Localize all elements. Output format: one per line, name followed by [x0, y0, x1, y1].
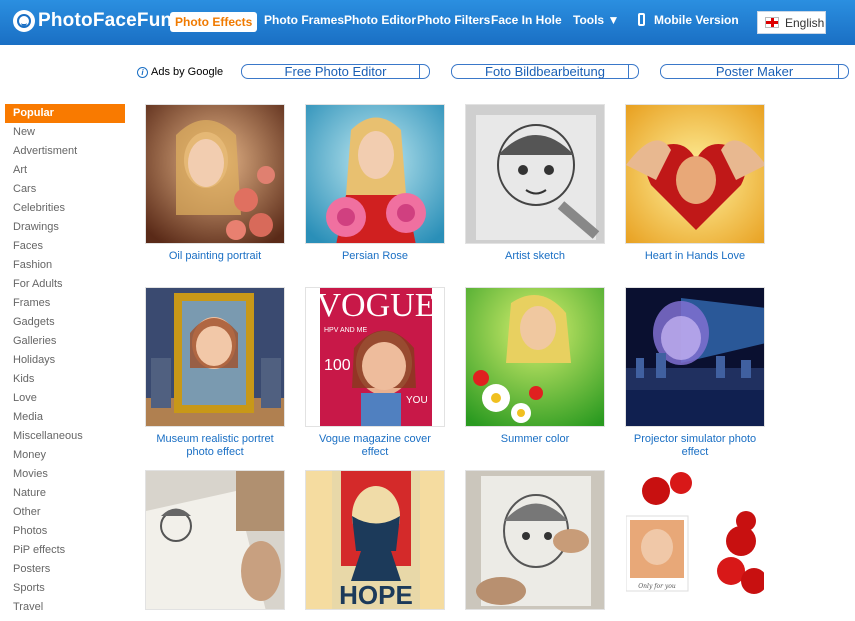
effect-thumbnail[interactable]	[465, 470, 605, 610]
hope-text: HOPE	[339, 580, 413, 610]
vogue-number: 100	[324, 357, 351, 374]
england-flag-icon	[765, 17, 779, 28]
effect-thumbnail[interactable]	[465, 287, 605, 427]
nav-photo-editor[interactable]: Photo Editor	[344, 13, 416, 27]
language-selector[interactable]: English	[757, 11, 826, 34]
sidebar-item-celebrities[interactable]: Celebrities	[5, 199, 125, 218]
sidebar-item-other[interactable]: Other	[5, 503, 125, 522]
sidebar-item-art[interactable]: Art	[5, 161, 125, 180]
effect-card-hope-poster[interactable]: HOPE	[305, 470, 445, 616]
effect-card-heart-in-hands[interactable]: Heart in Hands Love	[625, 104, 765, 263]
ad-link-foto-bildbearbeitung[interactable]: Foto Bildbearbeitung	[451, 64, 639, 79]
sidebar-item-miscellaneous[interactable]: Miscellaneous	[5, 427, 125, 446]
effect-caption[interactable]: Persian Rose	[305, 250, 445, 263]
sidebar-item-gadgets[interactable]: Gadgets	[5, 313, 125, 332]
effect-card-roses-photo[interactable]: Only for you	[625, 470, 765, 616]
ads-by-google[interactable]: i Ads by Google	[137, 66, 223, 78]
top-header: PhotoFaceFun Photo Effects Photo Frames …	[0, 0, 855, 45]
effect-thumbnail[interactable]	[145, 287, 285, 427]
sidebar-item-cars[interactable]: Cars	[5, 180, 125, 199]
sidebar-item-travel[interactable]: Travel	[5, 598, 125, 617]
vogue-title: VOGUE	[317, 288, 436, 324]
ad-arrow-icon	[628, 65, 638, 78]
sidebar-item-photos[interactable]: Photos	[5, 522, 125, 541]
effect-card-vogue-cover[interactable]: VOGUE HPV AND ME 100 YOU Vogue magazine …	[305, 287, 445, 459]
sidebar-item-media[interactable]: Media	[5, 408, 125, 427]
language-label: English	[785, 15, 825, 30]
logo-text: PhotoFaceFun	[38, 10, 173, 31]
ad-arrow-icon	[838, 65, 848, 78]
vogue-side-text: YOU	[406, 395, 428, 406]
nav-mobile-label: Mobile Version	[654, 13, 739, 27]
sidebar-item-galleries[interactable]: Galleries	[5, 332, 125, 351]
effect-thumbnail[interactable]: VOGUE HPV AND ME 100 YOU	[305, 287, 445, 427]
effect-caption[interactable]: Projector simulator photo effect	[625, 433, 765, 459]
effect-card-projector[interactable]: Projector simulator photo effect	[625, 287, 765, 459]
effect-card-pencil-drawing[interactable]	[465, 470, 605, 616]
ad-arrow-icon	[419, 65, 429, 78]
ad-link-label: Free Photo Editor	[284, 64, 387, 79]
sidebar-item-sports[interactable]: Sports	[5, 579, 125, 598]
effect-caption[interactable]: Museum realistic portret photo effect	[145, 433, 285, 459]
effect-card-artist-sketch[interactable]: Artist sketch	[465, 104, 605, 263]
sidebar-item-popular[interactable]: Popular	[5, 104, 125, 123]
sidebar-item-frames[interactable]: Frames	[5, 294, 125, 313]
effect-card-oil-painting[interactable]: Oil painting portrait	[145, 104, 285, 263]
nav-photo-effects[interactable]: Photo Effects	[170, 12, 258, 32]
effect-thumbnail[interactable]	[305, 104, 445, 244]
category-sidebar: Popular New Advertisment Art Cars Celebr…	[5, 104, 125, 617]
effect-thumbnail[interactable]: Only for you	[625, 470, 765, 610]
effect-caption[interactable]: Heart in Hands Love	[625, 250, 765, 263]
nav-photo-frames[interactable]: Photo Frames	[264, 13, 344, 27]
smiley-logo-icon	[13, 10, 35, 32]
sidebar-item-love[interactable]: Love	[5, 389, 125, 408]
ad-link-poster-maker[interactable]: Poster Maker	[660, 64, 849, 79]
effect-card-summer-color[interactable]: Summer color	[465, 287, 605, 446]
ad-link-free-photo-editor[interactable]: Free Photo Editor	[241, 64, 430, 79]
logo[interactable]: PhotoFaceFun	[13, 10, 172, 32]
sidebar-item-fashion[interactable]: Fashion	[5, 256, 125, 275]
sidebar-item-money[interactable]: Money	[5, 446, 125, 465]
mobile-phone-icon	[638, 13, 645, 26]
effect-thumbnail[interactable]	[145, 470, 285, 610]
vogue-subtitle: HPV AND ME	[324, 327, 368, 334]
effect-card-persian-rose[interactable]: Persian Rose	[305, 104, 445, 263]
effect-caption[interactable]: Summer color	[465, 433, 605, 446]
nav-tools-dropdown[interactable]: Tools ▼	[573, 13, 619, 27]
roses-photo-text: Only for you	[638, 583, 676, 590]
ads-label-text: Ads by Google	[151, 66, 224, 78]
nav-face-in-hole[interactable]: Face In Hole	[491, 13, 562, 27]
sidebar-item-posters[interactable]: Posters	[5, 560, 125, 579]
sidebar-item-holidays[interactable]: Holidays	[5, 351, 125, 370]
sidebar-item-movies[interactable]: Movies	[5, 465, 125, 484]
sidebar-item-kids[interactable]: Kids	[5, 370, 125, 389]
ad-link-label: Foto Bildbearbeitung	[485, 64, 605, 79]
effect-thumbnail[interactable]	[145, 104, 285, 244]
sidebar-item-pip-effects[interactable]: PiP effects	[5, 541, 125, 560]
info-icon: i	[137, 66, 148, 78]
effect-thumbnail[interactable]	[625, 104, 765, 244]
nav-mobile-version[interactable]: Mobile Version	[638, 13, 739, 27]
sidebar-item-advertisment[interactable]: Advertisment	[5, 142, 125, 161]
sidebar-item-for-adults[interactable]: For Adults	[5, 275, 125, 294]
effect-card-museum-portrait[interactable]: Museum realistic portret photo effect	[145, 287, 285, 459]
sidebar-item-new[interactable]: New	[5, 123, 125, 142]
effect-thumbnail[interactable]: HOPE	[305, 470, 445, 610]
sidebar-item-drawings[interactable]: Drawings	[5, 218, 125, 237]
sidebar-item-faces[interactable]: Faces	[5, 237, 125, 256]
ad-link-label: Poster Maker	[715, 64, 794, 79]
effect-caption[interactable]: Vogue magazine cover effect	[305, 433, 445, 459]
effect-thumbnail[interactable]	[465, 104, 605, 244]
effect-caption[interactable]: Artist sketch	[465, 250, 605, 263]
effect-card-drawing-hands[interactable]	[145, 470, 285, 616]
effect-thumbnail[interactable]	[625, 287, 765, 427]
effect-caption[interactable]: Oil painting portrait	[145, 250, 285, 263]
nav-photo-filters[interactable]: Photo Filters	[417, 13, 490, 27]
sidebar-item-nature[interactable]: Nature	[5, 484, 125, 503]
